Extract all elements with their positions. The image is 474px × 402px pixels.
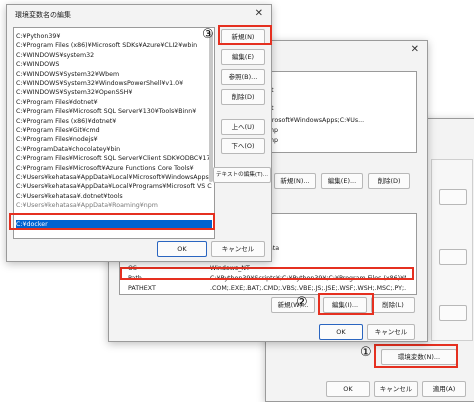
list-item[interactable]: C:¥Users¥kehatasa¥AppData¥Local¥Programs… (16, 182, 212, 191)
move-up-button[interactable]: 上へ(U) (221, 119, 265, 135)
browse-button[interactable]: 参照(B)... (221, 69, 265, 85)
system-new-button[interactable]: 新規(W)... (271, 297, 315, 313)
list-item[interactable]: C:¥Program Files (x86)¥Microsoft SDKs¥Az… (16, 41, 212, 50)
sysprops-cancel-button[interactable]: キャンセル (374, 381, 418, 397)
ok-button[interactable]: OK (157, 241, 207, 257)
sysprops-side-button-2[interactable] (439, 249, 467, 265)
list-item[interactable]: C:¥Users¥kehatasa¥.dotnet¥tools (16, 192, 212, 201)
edit-button[interactable]: 編集(E) (221, 49, 265, 65)
user-delete-button[interactable]: 削除(D) (368, 173, 410, 189)
callout-1: ① (360, 345, 372, 360)
callout-2: ② (296, 295, 308, 310)
list-item[interactable]: C:¥WINDOWS¥System32¥OpenSSH¥ (16, 88, 212, 97)
list-item[interactable]: C:¥WINDOWS (16, 60, 212, 69)
env-vars-close-icon[interactable]: ✕ (411, 44, 419, 55)
list-item[interactable]: C:¥Users¥kehatasa¥AppData¥Roaming¥npm (16, 201, 212, 210)
env-vars-ok-button[interactable]: OK (319, 324, 363, 340)
edit-text-button[interactable]: テキストの編集(T)... (213, 167, 271, 183)
list-item[interactable]: C:¥WINDOWS¥system32 (16, 51, 212, 60)
list-item[interactable]: C:¥Program Files (x86)¥dotnet¥ (16, 117, 212, 126)
sysprops-apply-button[interactable]: 適用(A) (422, 381, 466, 397)
list-item[interactable]: C:¥Program Files¥Git¥cmd (16, 126, 212, 135)
user-new-button[interactable]: 新規(N)... (274, 173, 316, 189)
list-item[interactable]: C:¥Program Files¥Microsoft¥Azure Functio… (16, 164, 212, 173)
sysprops-side-button-3[interactable] (439, 305, 467, 321)
new-button-highlight (218, 25, 272, 45)
list-item[interactable]: C:¥Program Files¥Microsoft SQL Server¥13… (16, 107, 212, 116)
env-vars-button-highlight (374, 344, 458, 368)
list-item[interactable]: C:¥Python39¥ (16, 32, 212, 41)
var-name: PATHEXT (128, 285, 156, 292)
path-list[interactable]: C:¥Python39¥ C:¥Program Files (x86)¥Micro… (13, 27, 215, 239)
close-icon[interactable]: ✕ (255, 8, 263, 19)
move-down-button[interactable]: 下へ(O) (221, 138, 265, 154)
env-vars-cancel-button[interactable]: キャンセル (367, 324, 415, 340)
sysprops-ok-button[interactable]: OK (326, 381, 370, 397)
user-edit-button[interactable]: 編集(E)... (321, 173, 363, 189)
cancel-button[interactable]: キャンセル (211, 241, 265, 257)
dialog-title: 環境変数名の編集 (15, 11, 71, 19)
list-item[interactable]: C:¥WINDOWS¥System32¥Wbem (16, 70, 212, 79)
sysprops-side-button-1[interactable] (439, 189, 467, 205)
var-value: .COM;.EXE;.BAT;.CMD;.VBS;.VBE;.JS;.JSE;.… (210, 285, 406, 292)
list-item[interactable]: C:¥WINDOWS¥System32¥WindowsPowerShell¥v1… (16, 79, 212, 88)
system-edit-button-highlight (318, 293, 374, 315)
callout-3: ③ (202, 27, 214, 42)
system-delete-button[interactable]: 削除(L) (371, 297, 415, 313)
list-item[interactable]: C:¥Program Files¥nodejs¥ (16, 135, 212, 144)
delete-button[interactable]: 削除(D) (221, 89, 265, 105)
list-item[interactable]: C:¥Program Files¥Microsoft SQL Server¥Cl… (16, 154, 212, 163)
list-item[interactable]: C:¥Users¥kehatasa¥AppData¥Local¥Microsof… (16, 173, 212, 182)
scrollbar[interactable] (209, 32, 213, 182)
docker-row-highlight (9, 213, 215, 230)
dialog-titlebar: 環境変数名の編集 ✕ (7, 5, 271, 23)
list-item[interactable]: C:¥Program Files¥dotnet¥ (16, 98, 212, 107)
path-row-highlight (120, 267, 414, 280)
list-item[interactable]: C:¥ProgramData¥chocolatey¥bin (16, 145, 212, 154)
